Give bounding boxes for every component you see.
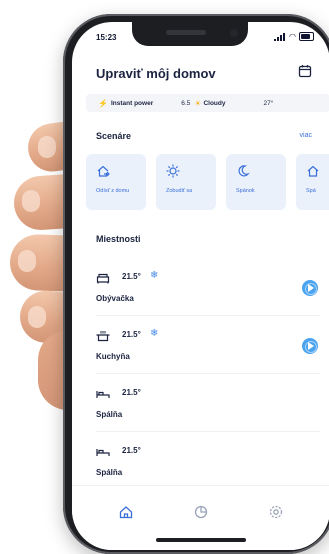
snowflake-icon: ❄ (150, 328, 159, 339)
fingernail (18, 250, 36, 272)
room-name: Spálňa (96, 468, 123, 477)
room-card[interactable]: 21.5° Spálňa (86, 434, 329, 490)
rooms-title: Miestnosti (96, 234, 141, 244)
scenario-label: Odísť z domu (96, 188, 130, 194)
divider (96, 315, 320, 316)
bed-icon (96, 449, 110, 456)
sun-icon (166, 164, 180, 178)
scenario-label: Zobudiť sa (166, 188, 193, 194)
status-time: 15:23 (96, 33, 117, 42)
scenario-card[interactable]: Odísť z domu (86, 154, 146, 210)
leave-home-icon (97, 165, 110, 177)
room-card[interactable]: 21.5° ❄ Obývačka (86, 260, 329, 316)
power-label: Instant power (110, 99, 154, 107)
room-name: Kuchyňa (96, 352, 130, 361)
scenario-card[interactable]: Spánok (226, 154, 286, 210)
info-bar: ⚡ Instant power 6.5 ☀ Cloudy 27° (86, 94, 329, 112)
divider (96, 373, 320, 374)
play-button[interactable] (302, 338, 318, 354)
weather-label: Cloudy (203, 99, 226, 107)
moon-icon (238, 165, 250, 177)
room-temperature: 21.5° (122, 272, 141, 281)
scenario-label: Spánok (236, 188, 255, 194)
fingernail (22, 190, 40, 212)
bolt-icon: ⚡ (98, 98, 108, 108)
battery-icon (299, 32, 314, 41)
scenarios-title: Scenáre (96, 131, 132, 141)
fingernail (28, 306, 46, 328)
more-link[interactable]: viac (300, 132, 312, 139)
power-value: 6.5 (181, 99, 191, 107)
room-temperature: 21.5° (122, 330, 141, 339)
chart-icon[interactable] (193, 504, 209, 520)
notch (132, 22, 248, 46)
weather-icon: ☀ (194, 98, 202, 108)
status-icons: ◠ (274, 32, 314, 41)
play-button[interactable] (302, 280, 318, 296)
room-card[interactable]: 21.5° Spálňa (86, 376, 329, 432)
sofa-icon (96, 273, 110, 284)
room-name: Spálňa (96, 410, 123, 419)
scenario-card[interactable]: Spá (296, 154, 329, 210)
fingernail (38, 136, 56, 158)
scenario-label: Spá (306, 188, 316, 194)
room-name: Obývačka (96, 294, 134, 303)
bed-icon (96, 391, 110, 398)
snowflake-icon: ❄ (150, 270, 159, 281)
camera (230, 29, 238, 37)
scenario-card[interactable]: Zobudiť sa (156, 154, 216, 210)
calendar-icon[interactable] (298, 64, 312, 78)
page-title: Upraviť môj domov (96, 66, 216, 81)
outdoor-temperature: 27° (263, 99, 274, 107)
home-icon (307, 165, 319, 177)
pot-icon (96, 331, 110, 342)
room-card[interactable]: 21.5° ❄ Kuchyňa (86, 318, 329, 374)
divider (96, 431, 320, 432)
room-temperature: 21.5° (122, 446, 141, 455)
room-temperature: 21.5° (122, 388, 141, 397)
settings-icon[interactable] (268, 504, 284, 520)
home-icon[interactable] (118, 504, 134, 520)
home-indicator (156, 538, 246, 542)
signal-icon (274, 32, 286, 41)
tab-bar (72, 485, 329, 550)
phone-screen: 15:23 ◠ Upraviť môj domov ⚡ Instant powe… (72, 22, 329, 550)
wifi-icon: ◠ (289, 31, 296, 41)
